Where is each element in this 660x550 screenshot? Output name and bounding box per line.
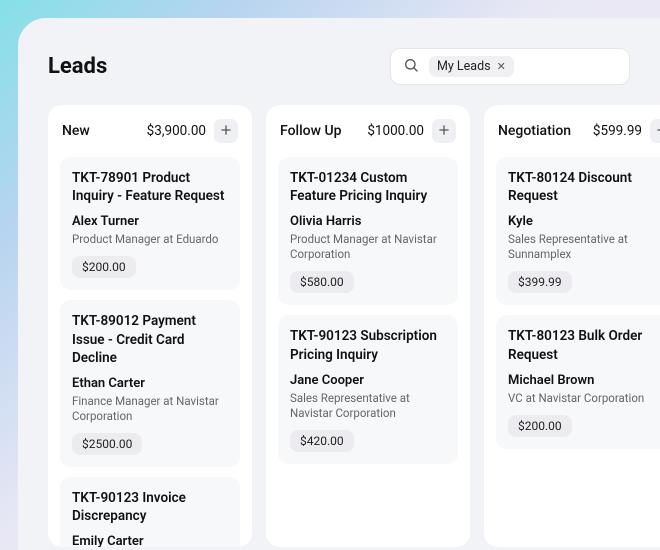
card-title: TKT-89012 Payment Issue - Credit Card De… bbox=[72, 312, 228, 367]
card-title: TKT-90123 Subscription Pricing Inquiry bbox=[290, 327, 446, 363]
card-role: Product Manager at Navistar Corporation bbox=[290, 232, 446, 262]
card-amount: $200.00 bbox=[72, 256, 136, 278]
kanban-column: Follow Up $1000.00 TKT-01234 Custom Featur… bbox=[266, 105, 470, 547]
column-title: New bbox=[62, 123, 90, 139]
search-icon bbox=[403, 57, 419, 77]
column-header-right: $599.99 bbox=[593, 119, 660, 143]
card-title: TKT-80123 Bulk Order Request bbox=[508, 327, 660, 363]
search-filter[interactable]: My Leads ✕ bbox=[390, 48, 630, 85]
card-role: Finance Manager at Navistar Corporation bbox=[72, 394, 228, 424]
column-title: Negotiation bbox=[498, 123, 571, 139]
card-person: Emily Carter bbox=[72, 534, 228, 547]
plus-icon bbox=[437, 122, 451, 141]
main-panel: Leads My Leads ✕ New $3,900.00 TKT-78901 P… bbox=[18, 18, 660, 550]
card-role: VC at Navistar Corporation bbox=[508, 391, 660, 406]
add-card-button[interactable] bbox=[432, 119, 456, 143]
card-title: TKT-90123 Invoice Discrepancy bbox=[72, 489, 228, 525]
lead-card[interactable]: TKT-80124 Discount Request Kyle Sales Repr… bbox=[496, 157, 660, 305]
card-amount: $420.00 bbox=[290, 430, 354, 452]
page-title: Leads bbox=[48, 54, 107, 79]
plus-icon bbox=[219, 122, 233, 141]
card-title: TKT-80124 Discount Request bbox=[508, 169, 660, 205]
card-role: Sales Representative at Navistar Corpora… bbox=[290, 391, 446, 421]
column-title: Follow Up bbox=[280, 123, 342, 139]
kanban-column: Negotiation $599.99 TKT-80124 Discount Req… bbox=[484, 105, 660, 547]
add-card-button[interactable] bbox=[214, 119, 238, 143]
card-amount: $2500.00 bbox=[72, 433, 142, 455]
column-header-right: $3,900.00 bbox=[147, 119, 238, 143]
card-person: Olivia Harris bbox=[290, 214, 446, 229]
filter-chip-label: My Leads bbox=[437, 59, 491, 74]
lead-card[interactable]: TKT-89012 Payment Issue - Credit Card De… bbox=[60, 300, 240, 467]
card-title: TKT-78901 Product Inquiry - Feature Requ… bbox=[72, 169, 228, 205]
kanban-board: New $3,900.00 TKT-78901 Product Inquiry - … bbox=[48, 105, 660, 547]
card-role: Sales Representative at Sunnamplex bbox=[508, 232, 660, 262]
close-icon[interactable]: ✕ bbox=[497, 60, 506, 73]
kanban-column: New $3,900.00 TKT-78901 Product Inquiry - … bbox=[48, 105, 252, 547]
card-person: Kyle bbox=[508, 214, 660, 229]
column-header: Follow Up $1000.00 bbox=[278, 117, 458, 147]
add-card-button[interactable] bbox=[650, 119, 660, 143]
column-header-right: $1000.00 bbox=[367, 119, 456, 143]
lead-card[interactable]: TKT-78901 Product Inquiry - Feature Requ… bbox=[60, 157, 240, 290]
card-person: Alex Turner bbox=[72, 214, 228, 229]
card-amount: $399.99 bbox=[508, 271, 572, 293]
column-header: Negotiation $599.99 bbox=[496, 117, 660, 147]
card-title: TKT-01234 Custom Feature Pricing Inquiry bbox=[290, 169, 446, 205]
card-person: Jane Cooper bbox=[290, 373, 446, 388]
card-amount: $200.00 bbox=[508, 415, 572, 437]
lead-card[interactable]: TKT-80123 Bulk Order Request Michael Brow… bbox=[496, 315, 660, 448]
card-person: Michael Brown bbox=[508, 373, 660, 388]
card-role: Product Manager at Eduardo bbox=[72, 232, 228, 247]
card-amount: $580.00 bbox=[290, 271, 354, 293]
lead-card[interactable]: TKT-90123 Invoice Discrepancy Emily Carte… bbox=[60, 477, 240, 547]
column-amount: $1000.00 bbox=[367, 123, 424, 139]
filter-chip[interactable]: My Leads ✕ bbox=[429, 56, 514, 77]
lead-card[interactable]: TKT-90123 Subscription Pricing Inquiry Ja… bbox=[278, 315, 458, 463]
column-amount: $599.99 bbox=[593, 123, 642, 139]
card-person: Ethan Carter bbox=[72, 376, 228, 391]
plus-icon bbox=[655, 122, 660, 141]
lead-card[interactable]: TKT-01234 Custom Feature Pricing Inquiry… bbox=[278, 157, 458, 305]
header-row: Leads My Leads ✕ bbox=[48, 48, 660, 85]
column-header: New $3,900.00 bbox=[60, 117, 240, 147]
column-amount: $3,900.00 bbox=[147, 123, 206, 139]
